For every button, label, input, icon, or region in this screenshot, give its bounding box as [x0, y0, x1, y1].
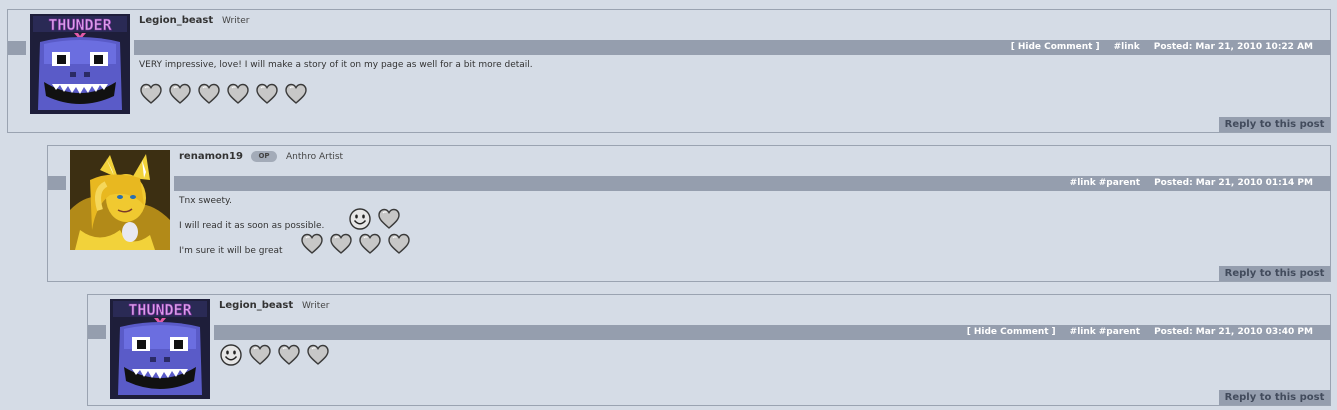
hide-comment-link[interactable]: [ Hide Comment ] [967, 325, 1056, 340]
posted-date: Posted: Mar 21, 2010 03:40 PM [1154, 327, 1313, 337]
smile-icon [348, 207, 372, 231]
comment-line: I'm sure it will be great [179, 246, 283, 256]
hide-comment-label[interactable]: Hide Comment [1018, 40, 1093, 55]
emote-row [300, 232, 411, 256]
user-role: Writer [302, 301, 330, 311]
heart-icon [329, 232, 353, 256]
hide-comment-link[interactable]: [ Hide Comment ] [1011, 40, 1100, 55]
heart-icon [377, 207, 401, 231]
comment: renamon19 OP Anthro Artist #link #parent… [47, 145, 1331, 282]
comment-line: Tnx sweety. [179, 196, 232, 206]
smile-icon [219, 343, 243, 367]
comment-header-bar: #link #parent Posted: Mar 21, 2010 01:14… [174, 176, 1331, 191]
reply-button[interactable]: Reply to this post [1219, 266, 1330, 281]
comment-text: VERY impressive, love! I will make a sto… [139, 60, 533, 70]
emote-row [139, 82, 308, 106]
comment-header-bar: [ Hide Comment ] #link Posted: Mar 21, 2… [134, 40, 1331, 55]
bracket-close: ] [1095, 42, 1100, 52]
comment-links: #link #parent [1070, 325, 1140, 340]
heart-icon [306, 343, 330, 367]
posted-date: Posted: Mar 21, 2010 01:14 PM [1154, 178, 1313, 188]
user-avatar[interactable] [70, 150, 170, 250]
bracket-open: [ [966, 327, 971, 337]
user-avatar[interactable] [30, 14, 130, 114]
parent-link[interactable]: #parent [1099, 176, 1140, 191]
heart-icon [277, 343, 301, 367]
parent-link[interactable]: #parent [1099, 325, 1140, 340]
heart-icon [255, 82, 279, 106]
user-role: Anthro Artist [286, 152, 344, 162]
comment-line: I will read it as soon as possible. [179, 221, 325, 231]
bracket-close: ] [1051, 327, 1056, 337]
thread-indent-bar [48, 176, 66, 190]
username[interactable]: Legion_beast [139, 15, 213, 26]
permalink[interactable]: #link [1070, 176, 1096, 191]
heart-icon [248, 343, 272, 367]
username[interactable]: renamon19 [179, 151, 243, 162]
user-avatar[interactable] [110, 299, 210, 399]
hide-comment-label[interactable]: Hide Comment [974, 325, 1049, 340]
heart-icon [139, 82, 163, 106]
comment: Legion_beast Writer [ Hide Comment ] #li… [7, 9, 1331, 133]
comment-header-bar: [ Hide Comment ] #link #parent Posted: M… [214, 325, 1331, 340]
thread-indent-bar [8, 41, 26, 55]
heart-icon [168, 82, 192, 106]
reply-button[interactable]: Reply to this post [1219, 390, 1330, 405]
posted-date: Posted: Mar 21, 2010 10:22 AM [1153, 42, 1313, 52]
username[interactable]: Legion_beast [219, 300, 293, 311]
permalink[interactable]: #link [1070, 325, 1096, 340]
emote-row [219, 343, 330, 367]
bracket-open: [ [1010, 42, 1015, 52]
heart-icon [358, 232, 382, 256]
heart-icon [387, 232, 411, 256]
emote-row [348, 207, 401, 231]
comment-links: #link #parent [1070, 176, 1140, 191]
heart-icon [284, 82, 308, 106]
user-role: Writer [222, 16, 250, 26]
heart-icon [226, 82, 250, 106]
thread-indent-bar [88, 325, 106, 339]
comment: Legion_beast Writer [ Hide Comment ] #li… [87, 294, 1331, 406]
reply-button[interactable]: Reply to this post [1219, 117, 1330, 132]
heart-icon [197, 82, 221, 106]
op-badge: OP [251, 151, 277, 162]
permalink[interactable]: #link [1114, 40, 1140, 55]
heart-icon [300, 232, 324, 256]
